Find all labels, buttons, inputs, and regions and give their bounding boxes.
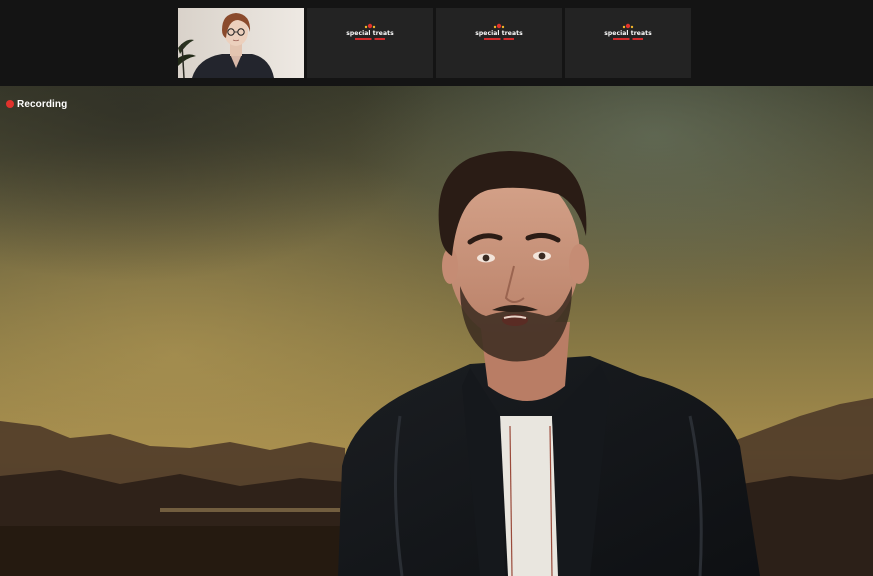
participant-tile-logo[interactable]: special treats <box>307 8 433 78</box>
recording-dot-icon <box>6 100 14 108</box>
brand-logo: special treats <box>307 22 433 40</box>
brand-logo-underline <box>613 38 643 40</box>
participant-strip: special treats special treats special tr… <box>0 0 873 86</box>
speaker-video-frame <box>0 86 873 576</box>
video-call-window: special treats special treats special tr… <box>0 0 873 576</box>
logo-mark-icon <box>493 23 505 29</box>
participant-webcam-image <box>178 8 304 78</box>
logo-mark-icon <box>622 23 634 29</box>
recording-indicator: Recording <box>6 97 67 111</box>
recording-label: Recording <box>17 98 68 110</box>
brand-logo-text: special treats <box>475 30 523 37</box>
main-speaker-video[interactable] <box>0 86 873 576</box>
brand-logo: special treats <box>565 22 691 40</box>
brand-logo-text: special treats <box>346 30 394 37</box>
brand-logo-underline <box>355 38 385 40</box>
brand-logo-underline <box>484 38 514 40</box>
brand-logo-text: special treats <box>604 30 652 37</box>
participant-tile-webcam[interactable] <box>178 8 304 78</box>
brand-logo: special treats <box>436 22 562 40</box>
participant-tile-logo[interactable]: special treats <box>565 8 691 78</box>
logo-mark-icon <box>364 23 376 29</box>
participant-tile-logo[interactable]: special treats <box>436 8 562 78</box>
